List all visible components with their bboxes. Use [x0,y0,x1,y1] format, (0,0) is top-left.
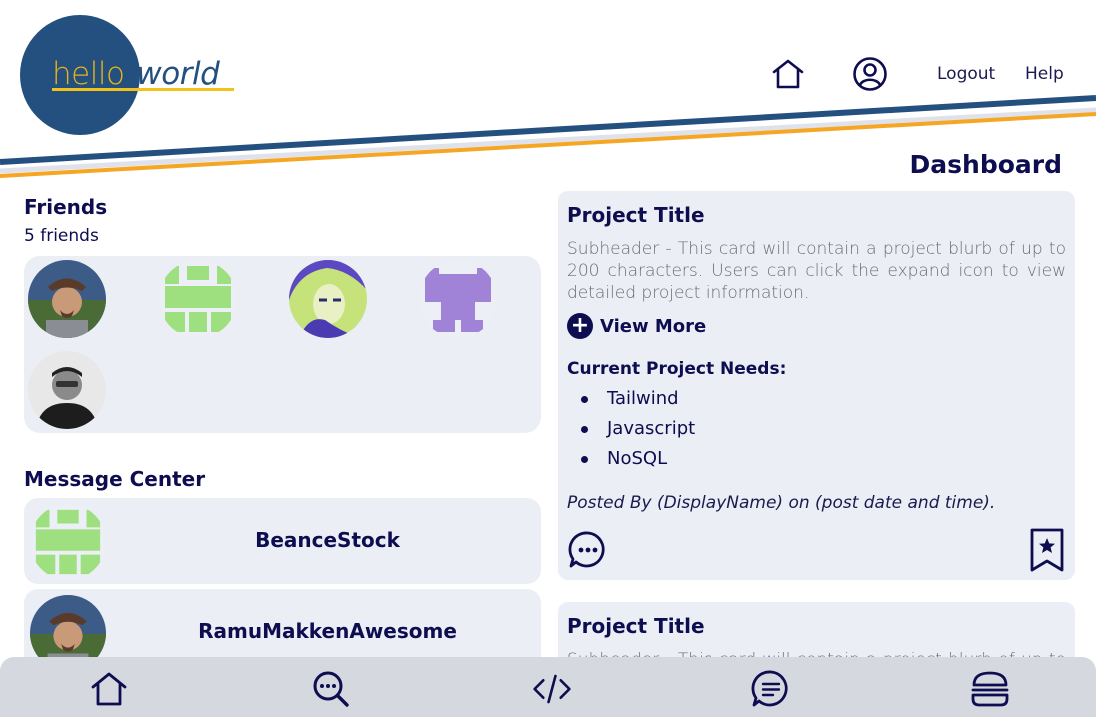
project-card: Project Title Subheader - This card will… [558,191,1075,580]
message-center-heading: Message Center [24,467,206,491]
code-icon[interactable] [532,669,572,709]
logo[interactable]: hello world [52,56,220,92]
friend-avatar-photo[interactable] [28,260,106,338]
message-item[interactable]: BeanceStock [24,498,541,584]
friend-avatar-purple-pixel[interactable] [419,260,497,338]
friends-count: 5 friends [24,226,99,246]
search-icon[interactable] [311,669,351,709]
bookmark-icon[interactable] [1029,527,1065,573]
help-link[interactable]: Help [1025,64,1064,84]
home-icon[interactable] [89,669,129,709]
profile-icon[interactable] [852,56,888,92]
message-sender-name: BeanceStock [255,528,400,552]
home-icon[interactable] [770,56,806,92]
friends-heading: Friends [24,195,108,219]
message-sender-name: RamuMakkenAwesome [198,619,457,643]
project-subheader: Subheader - This card will contain a pro… [567,239,1066,303]
list-item: Javascript [580,417,695,447]
logo-world-text: world [136,56,220,92]
list-item: NoSQL [580,447,695,477]
project-title: Project Title [567,203,705,227]
view-more-button[interactable]: + View More [567,313,706,339]
friend-avatar-photo-filtered[interactable] [289,260,367,338]
project-needs-heading: Current Project Needs: [567,359,787,379]
list-item: Tailwind [580,387,695,417]
project-needs-list: Tailwind Javascript NoSQL [580,387,695,477]
avatar [30,504,106,580]
chat-icon[interactable] [751,669,791,709]
page-title: Dashboard [909,150,1062,179]
friends-panel [24,256,541,433]
comment-icon[interactable] [568,530,608,570]
burger-menu-icon[interactable] [970,669,1010,709]
logo-hello-text: hello [52,56,125,92]
logout-link[interactable]: Logout [937,64,995,84]
plus-icon: + [567,313,593,339]
friend-avatar-photo-bw[interactable] [28,351,106,429]
friend-avatar-green-pixel[interactable] [159,260,237,338]
bottom-nav [0,657,1096,717]
project-title: Project Title [567,614,705,638]
view-more-label: View More [600,315,707,337]
posted-by: Posted By (DisplayName) on (post date an… [567,493,996,513]
